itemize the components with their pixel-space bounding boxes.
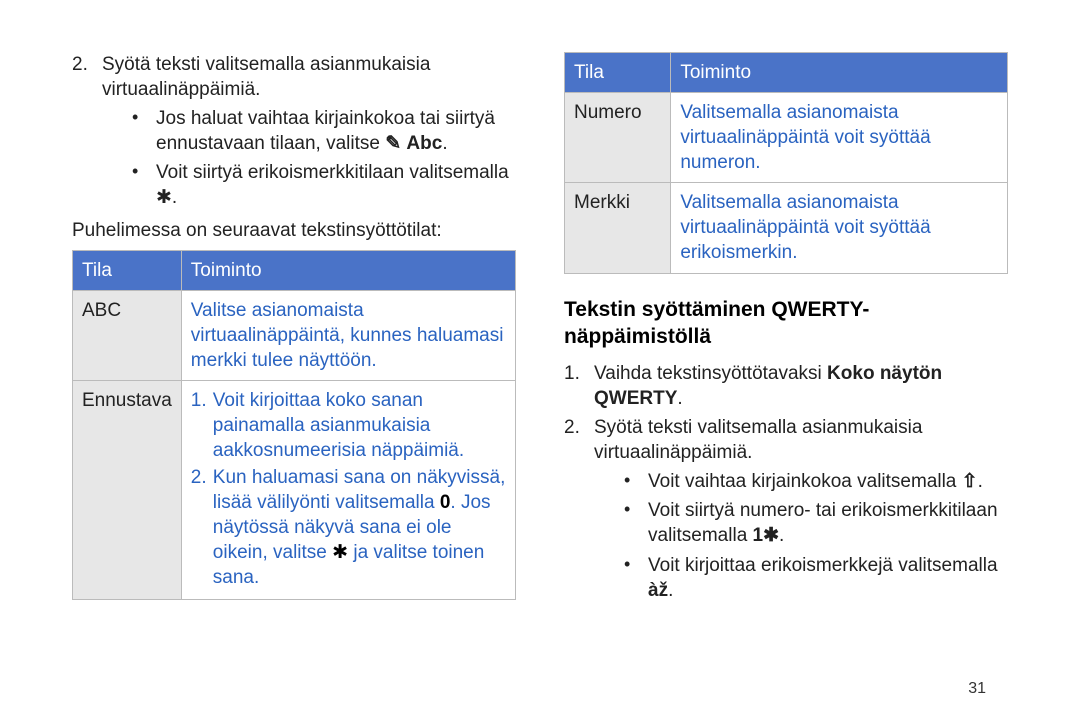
table-header-toiminto: Toiminto <box>181 250 515 290</box>
period: . <box>442 133 447 154</box>
az-icon <box>648 580 668 601</box>
bullet-special-chars: • Voit kirjoittaa erikoismerkkejä valits… <box>624 553 1008 603</box>
step-number: 2. <box>72 52 102 210</box>
mode-name: Numero <box>565 93 671 183</box>
star-icon <box>156 187 172 208</box>
page-number: 31 <box>968 678 986 699</box>
mode-name: Ennustava <box>73 380 182 600</box>
modes-table-right: Tila Toiminto Numero Valitsemalla asiano… <box>564 52 1008 274</box>
step-body: Vaihda tekstinsyöttötavaksi Koko näytön … <box>594 361 1008 411</box>
step-text: Syötä teksti valitsemalla asianmukaisia … <box>102 54 430 100</box>
qwerty-step-1: 1. Vaihda tekstinsyöttötavaksi Koko näyt… <box>564 361 1008 411</box>
bullet-dot: • <box>624 498 648 548</box>
bullet-change-case: • Jos haluat vaihtaa kirjainkokoa tai si… <box>132 106 516 156</box>
mode-desc: Valitsemalla asianomaista virtuaalinäppä… <box>671 93 1008 183</box>
step-text: Syötä teksti valitsemalla asianmukaisia … <box>594 417 922 463</box>
table-header-toiminto: Toiminto <box>671 53 1008 93</box>
bullet-dot: • <box>132 160 156 210</box>
bullet-num-special: • Voit siirtyä numero- tai erikoismerkki… <box>624 498 1008 548</box>
table-header-tila: Tila <box>73 250 182 290</box>
mode-desc: Valitse asianomaista virtuaalinäppäintä,… <box>181 290 515 380</box>
bullet-dot: • <box>132 106 156 156</box>
bullet-special-mode: • Voit siirtyä erikoismerkkitilaan valit… <box>132 160 516 210</box>
step-body: Syötä teksti valitsemalla asianmukaisia … <box>102 52 516 210</box>
zero-key: 0 <box>440 492 451 513</box>
table-row: ABC Valitse asianomaista virtuaalinäppäi… <box>73 290 516 380</box>
star-icon <box>332 542 348 563</box>
substep-number: 2. <box>191 465 213 590</box>
step-2: 2. Syötä teksti valitsemalla asianmukais… <box>72 52 516 210</box>
table-row: Numero Valitsemalla asianomaista virtuaa… <box>565 93 1008 183</box>
modes-table-left: Tila Toiminto ABC Valitse asianomaista v… <box>72 250 516 601</box>
bullet-dot: • <box>624 469 648 494</box>
modes-intro: Puhelimessa on seuraavat tekstinsyöttöti… <box>72 218 516 243</box>
table-row: Ennustava 1. Voit kirjoittaa koko sanan … <box>73 380 516 600</box>
step-number: 1. <box>564 361 594 411</box>
pencil-icon <box>385 133 401 154</box>
substep-number: 1. <box>191 388 213 463</box>
mode-desc: Valitsemalla asianomaista virtuaalinäppä… <box>671 183 1008 273</box>
substep-text: Kun haluamasi sana on näkyvissä, lisää v… <box>213 465 506 590</box>
step-body: Syötä teksti valitsemalla asianmukaisia … <box>594 415 1008 603</box>
mode-name: ABC <box>73 290 182 380</box>
left-column: 2. Syötä teksti valitsemalla asianmukais… <box>72 52 516 607</box>
mode-name: Merkki <box>565 183 671 273</box>
table-header-tila: Tila <box>565 53 671 93</box>
table-row: Merkki Valitsemalla asianomaista virtuaa… <box>565 183 1008 273</box>
bullet-shift: • Voit vaihtaa kirjainkokoa valitsemalla… <box>624 469 1008 494</box>
page-content: 2. Syötä teksti valitsemalla asianmukais… <box>0 0 1080 647</box>
step-number: 2. <box>564 415 594 603</box>
one-star-icon <box>753 525 780 546</box>
period: . <box>172 187 177 208</box>
bullet-dot: • <box>624 553 648 603</box>
shift-icon <box>962 471 978 492</box>
qwerty-heading: Tekstin syöttäminen QWERTY-näppäimistöll… <box>564 296 1008 351</box>
bullet-text: Voit siirtyä erikoismerkkitilaan valitse… <box>156 162 509 183</box>
substep-text: Voit kirjoittaa koko sanan painamalla as… <box>213 388 506 463</box>
qwerty-step-2: 2. Syötä teksti valitsemalla asianmukais… <box>564 415 1008 603</box>
mode-desc: 1. Voit kirjoittaa koko sanan painamalla… <box>181 380 515 600</box>
right-column: Tila Toiminto Numero Valitsemalla asiano… <box>564 52 1008 607</box>
abc-label: Abc <box>406 133 442 154</box>
